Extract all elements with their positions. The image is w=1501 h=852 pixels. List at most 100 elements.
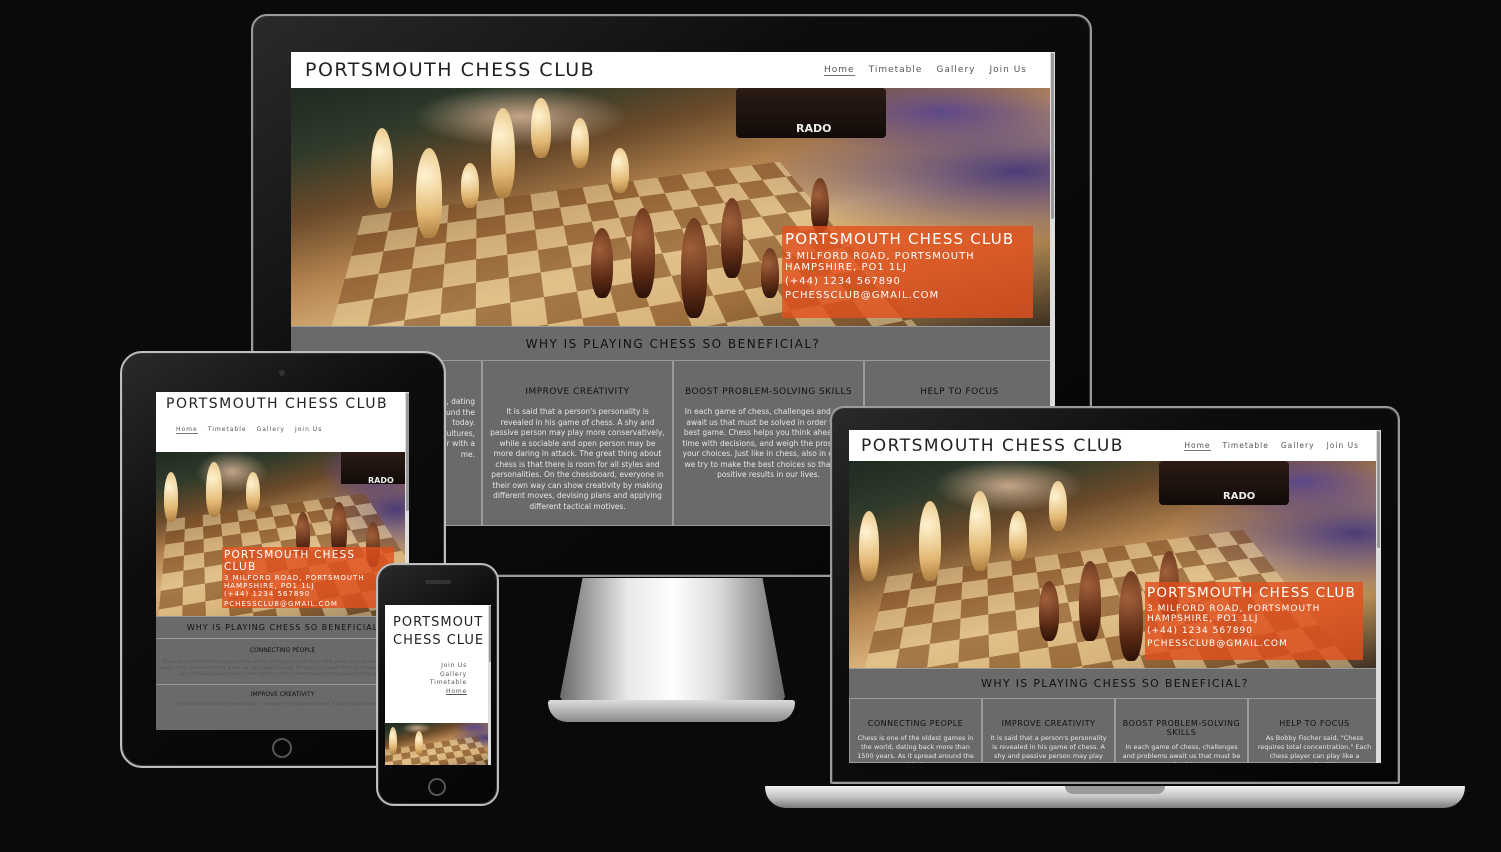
tablet-benefits-stack: CONNECTING PEOPLE Chess is one of the ol… [156, 638, 409, 730]
site-logo[interactable]: PORTSMOUTH CHESS CLUB [305, 59, 595, 81]
white-piece [919, 501, 941, 581]
nav-timetable[interactable]: Timetable [1223, 441, 1269, 451]
benefit-text: Chess is one of the oldest games in the … [160, 660, 405, 677]
nav-join-us[interactable]: Join Us [989, 65, 1027, 76]
laptop-scrollbar[interactable] [1376, 430, 1381, 763]
black-piece [761, 248, 779, 298]
main-nav: Home Timetable Gallery Join Us [824, 65, 1041, 76]
nav-home[interactable]: Home [1184, 441, 1211, 451]
nav-home[interactable]: Home [393, 688, 467, 697]
white-piece [389, 727, 397, 755]
chessboard [385, 736, 491, 765]
phone-speaker [425, 580, 451, 584]
benefits-columns: CONNECTING PEOPLE Chess is one of the ol… [849, 698, 1381, 763]
hero-image: RADO PORTSMOUTH CHESS CLUB 3 MILFORD ROA… [291, 88, 1055, 326]
contact-info-box: PORTSMOUTH CHESS CLUB 3 MILFORD ROAD, PO… [782, 226, 1033, 318]
benefit-column: IMPROVE CREATIVITY It is said that a per… [482, 360, 673, 526]
desktop-header: PORTSMOUTH CHESS CLUB Home Timetable Gal… [291, 52, 1055, 88]
phone-scrollbar[interactable] [488, 605, 491, 765]
site-logo[interactable]: PORTSMOUTH CHESS CLUB [166, 396, 399, 412]
benefit-column: HELP TO FOCUS As Bobby Fischer said, "Ch… [1248, 698, 1381, 763]
phone-screen: PORTSMOUT CHESS CLUE Join Us Gallery Tim… [385, 605, 491, 765]
info-address-line1: 3 MILFORD ROAD, PORTSMOUTH [785, 251, 975, 262]
info-club-name: PORTSMOUTH CHESS CLUB [1147, 585, 1356, 601]
nav-timetable[interactable]: Timetable [208, 426, 247, 434]
nav-timetable[interactable]: Timetable [869, 65, 923, 76]
nav-home[interactable]: Home [824, 65, 855, 76]
benefit-text: It is said that a person's personality i… [175, 702, 390, 707]
white-piece [164, 472, 178, 522]
main-nav: Join Us Gallery Timetable Home [393, 662, 483, 696]
contact-info-box: PORTSMOUTH CHESS CLUB 3 MILFORD ROAD, PO… [222, 547, 394, 608]
benefit-heading: IMPROVE CREATIVITY [525, 387, 630, 397]
phone-home-button[interactable] [428, 778, 446, 796]
info-address-line2: HAMPSHIRE, PO1 1LJ [224, 582, 315, 590]
nav-join-us[interactable]: Join Us [393, 662, 467, 671]
black-piece [591, 228, 613, 298]
main-nav: Home Timetable Gallery Join Us [1184, 441, 1369, 451]
tablet-home-button[interactable] [272, 738, 292, 758]
tablet-header: PORTSMOUTH CHESS CLUB Home Timetable Gal… [156, 392, 409, 452]
benefit-heading: HELP TO FOCUS [920, 387, 999, 397]
info-address-line2: HAMPSHIRE, PO1 1LJ [785, 262, 907, 273]
nav-gallery[interactable]: Gallery [257, 426, 285, 434]
benefit-column: CONNECTING PEOPLE Chess is one of the ol… [849, 698, 982, 763]
info-address-line1: 3 MILFORD ROAD, PORTSMOUTH [1147, 604, 1321, 614]
info-phone: (+44) 1234 567890 [785, 276, 901, 287]
section-title-text: WHY IS PLAYING CHESS SO BENEFICIAL [186, 623, 379, 632]
site-logo-line1[interactable]: PORTSMOUT [393, 615, 483, 630]
white-piece [415, 731, 423, 755]
white-piece [571, 118, 589, 168]
benefit-heading: IMPROVE CREATIVITY [156, 684, 409, 698]
white-piece [206, 462, 222, 517]
nav-join-us[interactable]: Join Us [1327, 441, 1359, 451]
white-piece [461, 163, 479, 208]
info-email[interactable]: PCHESSCLUB@GMAIL.COM [1147, 639, 1361, 649]
nav-join-us[interactable]: Join Us [295, 426, 322, 434]
benefit-heading: CONNECTING PEOPLE [156, 638, 409, 654]
benefit-text: Chess is one of the oldest games in the … [857, 734, 974, 763]
section-title-text: WHY IS PLAYING CHESS SO BENEFICIAL? [525, 337, 821, 351]
clock-brand-label: RADO [368, 476, 394, 485]
info-email[interactable]: PCHESSCLUB@GMAIL.COM [785, 290, 1030, 301]
site-logo-line2[interactable]: CHESS CLUE [393, 633, 483, 648]
white-piece [491, 108, 515, 198]
site-logo[interactable]: PORTSMOUTH CHESS CLUB [861, 436, 1124, 456]
section-title-text: WHY IS PLAYING CHESS SO BENEFICIAL? [981, 677, 1249, 690]
black-piece [1079, 561, 1101, 641]
nav-gallery[interactable]: Gallery [393, 671, 467, 680]
contact-info-box: PORTSMOUTH CHESS CLUB 3 MILFORD ROAD, PO… [1145, 582, 1363, 660]
clock-brand-label: RADO [796, 122, 832, 135]
clock-brand-label: RADO [1223, 491, 1256, 502]
info-club-name: PORTSMOUTH CHESS CLUB [785, 230, 1015, 248]
nav-timetable[interactable]: Timetable [393, 679, 467, 688]
benefits-section-title: WHY IS PLAYING CHESS SO BENEFICIAL [156, 616, 409, 638]
black-piece [631, 208, 655, 298]
benefit-text: It is said that a person's personality i… [490, 407, 665, 511]
info-address-line1: 3 MILFORD ROAD, PORTSMOUTH [224, 574, 365, 582]
benefit-text: As Bobby Fischer said, "Chess requires t… [1257, 734, 1372, 763]
benefit-heading: HELP TO FOCUS [1279, 719, 1350, 728]
laptop-screen: PORTSMOUTH CHESS CLUB Home Timetable Gal… [849, 430, 1381, 763]
white-piece [371, 128, 393, 208]
nav-gallery[interactable]: Gallery [936, 65, 975, 76]
main-nav: Home Timetable Gallery Join Us [176, 426, 399, 434]
info-email[interactable]: PCHESSCLUB@GMAIL.COM [224, 600, 392, 608]
info-phone: (+44) 1234 567890 [1147, 626, 1253, 636]
white-piece [1009, 511, 1027, 561]
phone-header: PORTSMOUT CHESS CLUE Join Us Gallery Tim… [385, 605, 491, 723]
desktop-stand [560, 578, 785, 710]
black-piece [681, 218, 707, 318]
info-phone: (+44) 1234 567890 [224, 590, 311, 598]
benefit-heading: CONNECTING PEOPLE [867, 719, 964, 728]
black-piece [721, 198, 743, 278]
black-piece [1119, 571, 1143, 661]
benefit-column: BOOST PROBLEM-SOLVING SKILLS In each gam… [1115, 698, 1248, 763]
nav-gallery[interactable]: Gallery [1281, 441, 1315, 451]
tablet-camera [279, 370, 285, 376]
benefits-section-title: WHY IS PLAYING CHESS SO BENEFICIAL? [849, 668, 1381, 698]
benefit-text: It is said that a person's personality i… [990, 734, 1107, 763]
nav-home[interactable]: Home [176, 426, 198, 434]
white-piece [246, 472, 260, 512]
laptop-header: PORTSMOUTH CHESS CLUB Home Timetable Gal… [849, 430, 1381, 461]
